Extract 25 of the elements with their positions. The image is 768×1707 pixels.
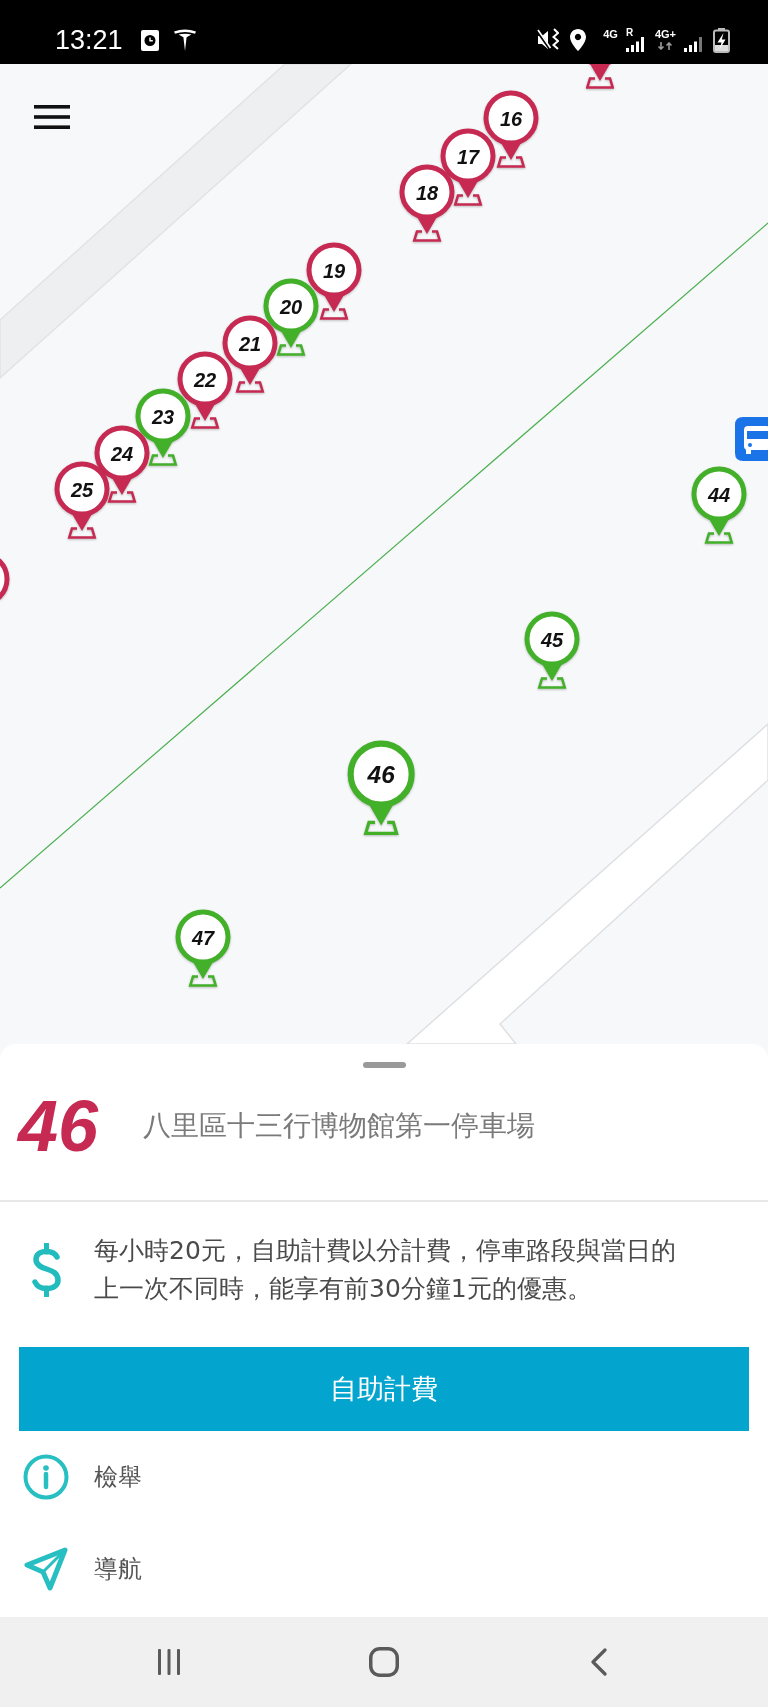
parking-marker[interactable] bbox=[586, 64, 614, 90]
signal-icon bbox=[625, 37, 645, 52]
home-icon[interactable] bbox=[369, 1647, 399, 1677]
network-type-label: 4G bbox=[603, 28, 618, 40]
report-action[interactable]: 檢舉 bbox=[0, 1431, 768, 1523]
recent-apps-icon[interactable] bbox=[158, 1649, 180, 1675]
menu-icon[interactable] bbox=[34, 105, 70, 129]
drag-handle[interactable] bbox=[362, 1062, 406, 1068]
network-type-label: 4G+ bbox=[654, 28, 676, 40]
navigate-action[interactable]: 導航 bbox=[0, 1523, 768, 1615]
battery-charging-icon bbox=[713, 27, 730, 53]
location-icon bbox=[570, 29, 587, 51]
info-icon bbox=[23, 1454, 69, 1500]
bus-stop-icon[interactable] bbox=[735, 417, 768, 461]
signal-icon bbox=[684, 37, 703, 52]
dollar-icon bbox=[30, 1243, 63, 1297]
mute-icon bbox=[537, 28, 560, 52]
paper-plane-icon bbox=[23, 1546, 69, 1592]
fee-description: 每小時20元，自助計費以分計費，停車路段與當日的上一次不同時，能享有前30分鐘1元的優惠。 bbox=[94, 1235, 677, 1305]
space-number: 46 bbox=[18, 1090, 100, 1162]
roaming-label: R bbox=[625, 28, 634, 37]
alarm-icon bbox=[140, 29, 159, 51]
parking-lot-name: 八里區十三行博物館第一停車場 bbox=[143, 1108, 535, 1144]
clock-time: 13:21 bbox=[55, 26, 123, 54]
back-icon[interactable] bbox=[591, 1648, 607, 1676]
